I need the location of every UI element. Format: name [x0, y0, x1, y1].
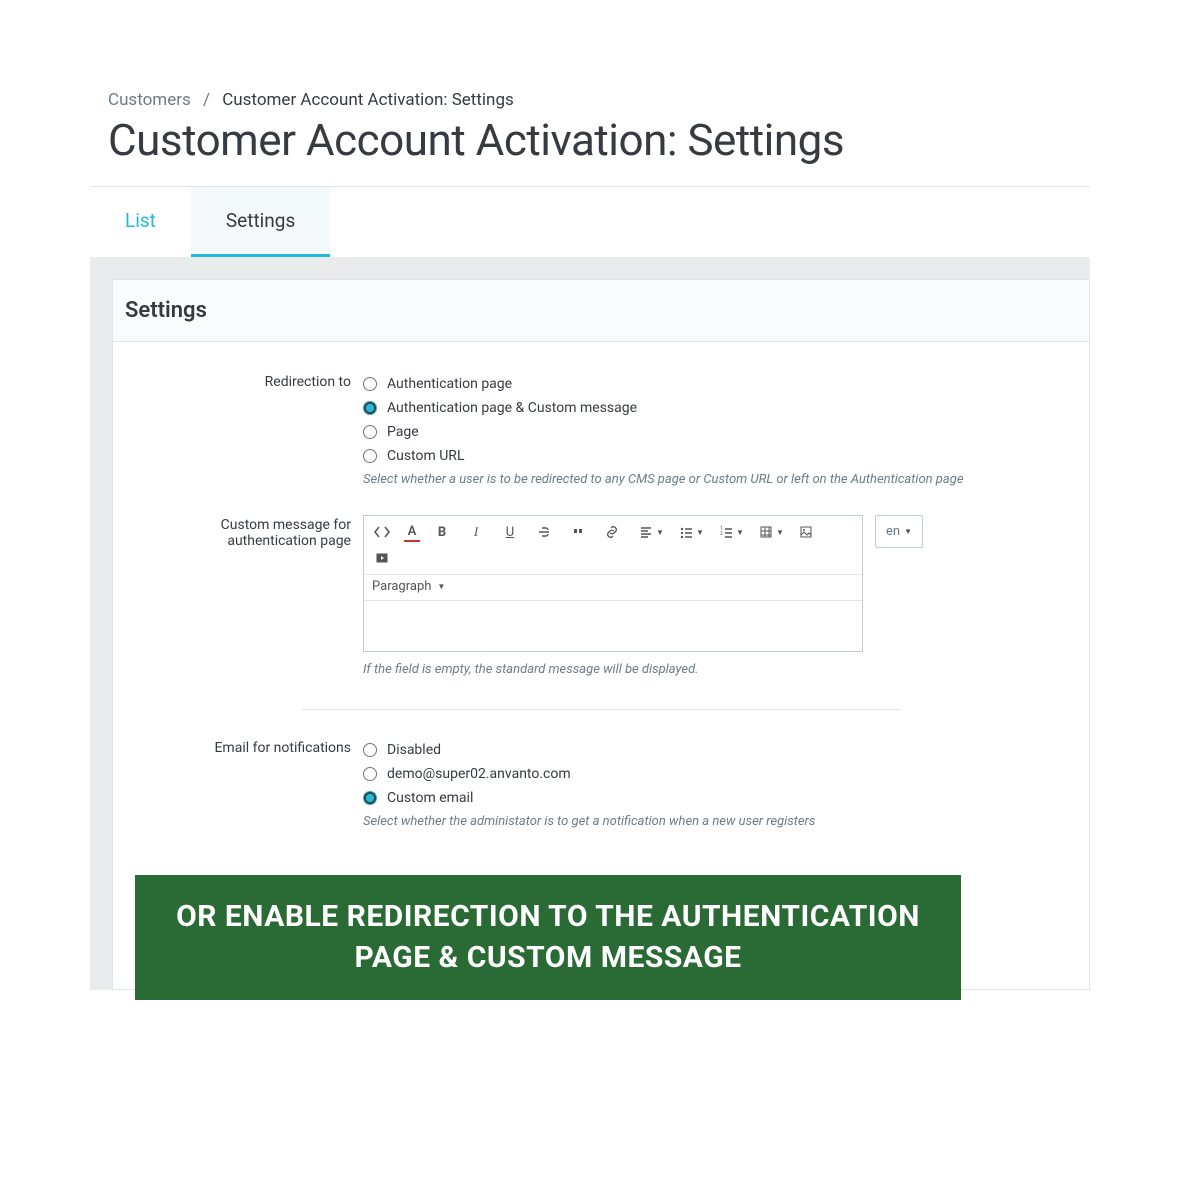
align-caret-icon[interactable]: ▼	[656, 528, 664, 537]
redirection-radio-group: Authentication page Authentication page …	[363, 372, 1069, 468]
underline-icon[interactable]: U	[498, 520, 522, 544]
rich-text-editor[interactable]: A B I U	[363, 515, 863, 652]
paragraph-caret-icon: ▼	[437, 582, 445, 591]
custom-message-help: If the field is empty, the standard mess…	[363, 662, 1069, 677]
radio-auth-page[interactable]: Authentication page	[363, 372, 1069, 396]
radio-auth-custom-input[interactable]	[363, 401, 377, 415]
font-color-icon[interactable]: A	[404, 522, 420, 542]
svg-text:2: 2	[720, 531, 723, 537]
custom-message-label: Custom message for authentication page	[133, 515, 363, 677]
email-radio-group: Disabled demo@super02.anvanto.com Custom…	[363, 738, 1069, 810]
quote-icon[interactable]	[566, 520, 590, 544]
overlay-banner: OR ENABLE REDIRECTION TO THE AUTHENTICAT…	[135, 875, 961, 1000]
radio-auth-custom-label: Authentication page & Custom message	[387, 400, 637, 416]
language-button[interactable]: en ▼	[875, 515, 923, 548]
paragraph-label: Paragraph	[372, 579, 431, 594]
video-icon[interactable]	[370, 546, 394, 570]
italic-icon[interactable]: I	[464, 520, 488, 544]
number-caret-icon[interactable]: ▼	[736, 528, 744, 537]
radio-email-disabled[interactable]: Disabled	[363, 738, 1069, 762]
paragraph-dropdown[interactable]: Paragraph ▼	[364, 575, 862, 601]
radio-page[interactable]: Page	[363, 420, 1069, 444]
language-caret-icon: ▼	[904, 527, 912, 536]
radio-email-custom-label: Custom email	[387, 790, 473, 806]
code-icon[interactable]	[370, 520, 394, 544]
radio-email-custom[interactable]: Custom email	[363, 786, 1069, 810]
redirection-label: Redirection to	[133, 372, 363, 487]
number-list-icon[interactable]: 12	[714, 520, 738, 544]
email-label: Email for notifications	[133, 738, 363, 829]
language-label: en	[886, 524, 900, 539]
radio-auth-page-input[interactable]	[363, 377, 377, 391]
strikethrough-icon[interactable]	[532, 520, 556, 544]
redirection-help: Select whether a user is to be redirecte…	[363, 472, 1069, 487]
radio-custom-url-label: Custom URL	[387, 448, 464, 464]
radio-auth-page-label: Authentication page	[387, 376, 512, 392]
breadcrumb-current: Customer Account Activation: Settings	[222, 90, 514, 110]
tab-bar: List Settings	[90, 187, 1090, 257]
editor-content-area[interactable]	[364, 601, 862, 651]
divider	[301, 709, 901, 710]
radio-auth-custom[interactable]: Authentication page & Custom message	[363, 396, 1069, 420]
radio-email-demo-input[interactable]	[363, 767, 377, 781]
breadcrumb-separator: /	[203, 90, 210, 110]
radio-email-disabled-label: Disabled	[387, 742, 441, 758]
radio-email-disabled-input[interactable]	[363, 743, 377, 757]
settings-panel: Settings Redirection to Authentication p…	[112, 279, 1090, 990]
bullet-list-icon[interactable]	[674, 520, 698, 544]
breadcrumb: Customers / Customer Account Activation:…	[108, 90, 1090, 110]
bold-icon[interactable]: B	[430, 520, 454, 544]
bullet-caret-icon[interactable]: ▼	[696, 528, 704, 537]
table-icon[interactable]	[754, 520, 778, 544]
panel-title: Settings	[113, 280, 1089, 342]
breadcrumb-parent[interactable]: Customers	[108, 90, 191, 110]
image-icon[interactable]	[794, 520, 818, 544]
radio-custom-url[interactable]: Custom URL	[363, 444, 1069, 468]
link-icon[interactable]	[600, 520, 624, 544]
radio-email-demo[interactable]: demo@super02.anvanto.com	[363, 762, 1069, 786]
radio-page-label: Page	[387, 424, 419, 440]
align-icon[interactable]	[634, 520, 658, 544]
editor-toolbar: A B I U	[364, 516, 862, 575]
table-caret-icon[interactable]: ▼	[776, 528, 784, 537]
email-help: Select whether the administator is to ge…	[363, 814, 1069, 829]
radio-custom-url-input[interactable]	[363, 449, 377, 463]
page-title: Customer Account Activation: Settings	[108, 114, 1090, 166]
tab-settings[interactable]: Settings	[191, 187, 330, 257]
radio-page-input[interactable]	[363, 425, 377, 439]
tab-list[interactable]: List	[90, 187, 191, 257]
radio-email-custom-input[interactable]	[363, 791, 377, 805]
radio-email-demo-label: demo@super02.anvanto.com	[387, 766, 571, 782]
